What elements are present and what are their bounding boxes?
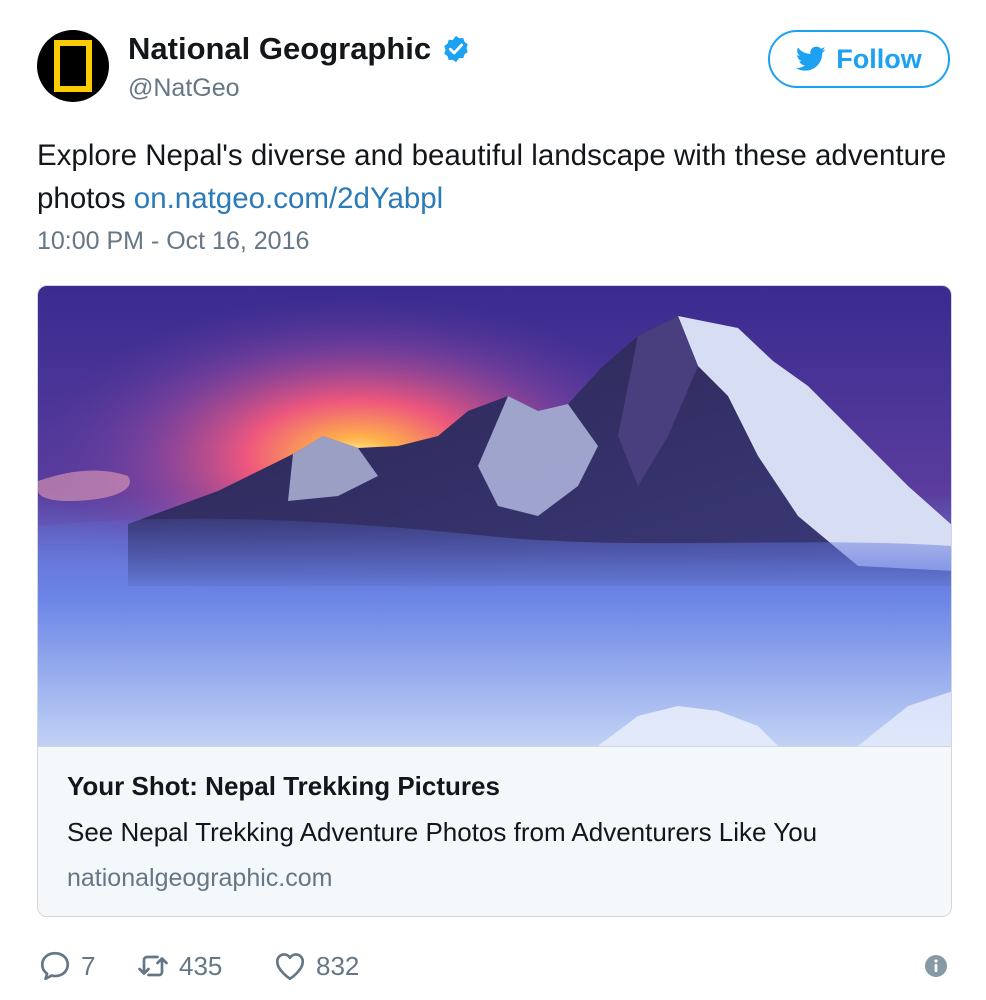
info-icon[interactable] (924, 954, 948, 978)
follow-button[interactable]: Follow (768, 30, 950, 88)
tweet-link[interactable]: on.natgeo.com/2dYabpl (134, 182, 443, 215)
retweet-button[interactable]: 435 (135, 944, 222, 988)
account-handle[interactable]: @NatGeo (128, 74, 240, 103)
reply-count: 7 (81, 950, 96, 981)
account-name-row[interactable]: National Geographic (128, 31, 471, 67)
account-name[interactable]: National Geographic (128, 31, 431, 67)
retweet-count: 435 (179, 950, 223, 981)
verified-badge-icon (444, 35, 468, 63)
reply-button[interactable]: 7 (37, 944, 95, 988)
card-description: See Nepal Trekking Adventure Photos from… (67, 817, 818, 847)
tweet-actions: 7 435 832 (37, 944, 952, 988)
reply-icon (40, 951, 70, 981)
tweet-timestamp[interactable]: 10:00 PM - Oct 16, 2016 (37, 227, 309, 256)
like-count: 832 (316, 950, 360, 981)
avatar[interactable] (37, 30, 109, 102)
tweet-text: Explore Nepal's diverse and beautiful la… (37, 134, 947, 220)
card-image[interactable] (38, 286, 952, 746)
retweet-icon (138, 955, 168, 977)
card-title[interactable]: Your Shot: Nepal Trekking Pictures (67, 771, 500, 802)
follow-label: Follow (836, 43, 922, 74)
link-card[interactable]: Your Shot: Nepal Trekking Pictures See N… (37, 285, 952, 917)
natgeo-logo-icon (54, 40, 92, 92)
twitter-bird-icon (796, 46, 826, 71)
heart-icon (275, 953, 305, 981)
like-button[interactable]: 832 (272, 944, 359, 988)
card-body[interactable]: Your Shot: Nepal Trekking Pictures See N… (38, 746, 951, 916)
card-domain: nationalgeographic.com (67, 864, 333, 892)
